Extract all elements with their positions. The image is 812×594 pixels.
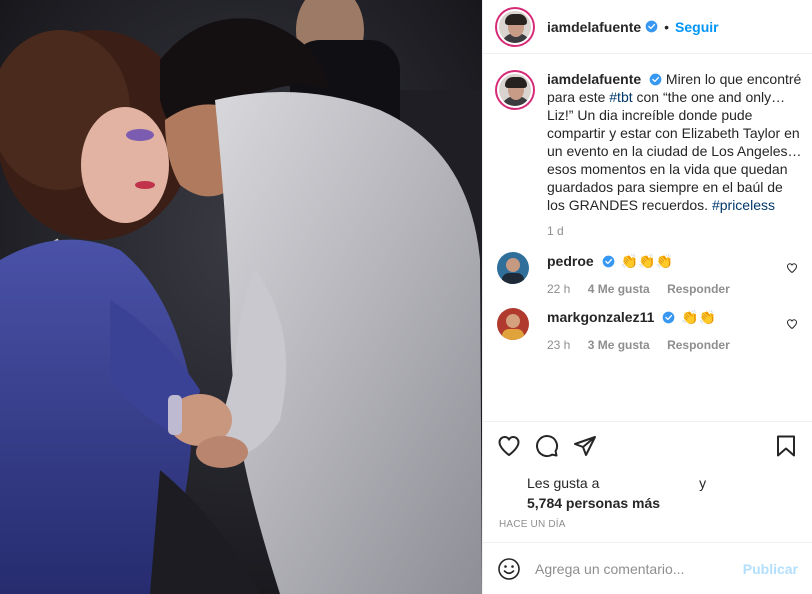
publish-button[interactable]: Publicar (743, 561, 798, 577)
bookmark-icon[interactable] (774, 434, 798, 458)
comment-username[interactable]: pedroe (547, 252, 594, 270)
author-avatar[interactable] (497, 8, 533, 45)
caption-avatar[interactable] (497, 72, 533, 108)
follow-button[interactable]: Seguir (675, 19, 719, 35)
redacted-username (603, 478, 683, 490)
post-actions (483, 421, 812, 469)
hashtag-tbt[interactable]: #tbt (609, 89, 632, 105)
caption: iamdelafuente Miren lo que encontré para… (497, 70, 802, 252)
comment-text: 👏👏👏 (620, 253, 673, 269)
add-comment-bar: Publicar (483, 542, 812, 594)
likes-summary: Les gusta a y 5,784 personas más (483, 469, 812, 513)
verified-badge-icon (649, 73, 662, 86)
header-separator: • (664, 18, 670, 35)
caption-text: iamdelafuente Miren lo que encontré para… (547, 70, 803, 214)
instagram-post-modal: iamdelafuente • Seguir iamdelafuente Mir… (0, 0, 812, 594)
comment-text: 👏👏 (681, 309, 717, 325)
comments-section: iamdelafuente Miren lo que encontré para… (483, 54, 812, 421)
posted-ago[interactable]: HACE UN DÍA (483, 513, 812, 542)
caption-time[interactable]: 1 d (547, 224, 803, 238)
comment-like-icon[interactable] (786, 318, 798, 330)
caption-text-middle: con “the one and only… Liz!” Un dia incr… (547, 89, 802, 213)
comment-time[interactable]: 22 h (547, 282, 570, 296)
comment-likes[interactable]: 4 Me gusta (588, 282, 650, 296)
comment-reply-button[interactable]: Responder (667, 338, 730, 352)
verified-badge-icon (645, 20, 658, 33)
post-sidebar: iamdelafuente • Seguir iamdelafuente Mir… (482, 0, 812, 594)
verified-badge-icon (602, 255, 615, 267)
likes-count[interactable]: 5,784 personas más (499, 493, 796, 513)
share-icon[interactable] (573, 434, 597, 458)
comment-row: pedroe 👏👏👏 22 h 4 Me gusta Responder (497, 252, 798, 296)
comment-input[interactable] (535, 560, 743, 577)
commenter-avatar[interactable] (497, 308, 529, 340)
comment-meta: 23 h 3 Me gusta Responder (547, 338, 786, 352)
comment-username[interactable]: markgonzalez11 (547, 308, 654, 326)
comment-time[interactable]: 23 h (547, 338, 570, 352)
author-username[interactable]: iamdelafuente (547, 19, 641, 35)
comment-row: markgonzalez11 👏👏 23 h 3 Me gusta Respon… (497, 308, 798, 352)
verified-badge-icon (663, 311, 675, 323)
post-photo[interactable] (0, 0, 482, 594)
post-header: iamdelafuente • Seguir (483, 0, 812, 54)
hashtag-priceless[interactable]: #priceless (712, 197, 775, 213)
caption-username[interactable]: iamdelafuente (547, 71, 641, 87)
likes-prefix: Les gusta a (527, 475, 600, 491)
comment-likes[interactable]: 3 Me gusta (588, 338, 650, 352)
comment-meta: 22 h 4 Me gusta Responder (547, 282, 786, 296)
commenter-avatar[interactable] (497, 252, 529, 284)
heart-icon[interactable] (497, 434, 521, 458)
likes-and: y (699, 475, 707, 491)
photo-illustration (0, 0, 482, 594)
comment-icon[interactable] (535, 434, 559, 458)
emoji-icon[interactable] (497, 557, 521, 581)
comment-like-icon[interactable] (786, 262, 798, 274)
comment-reply-button[interactable]: Responder (667, 282, 730, 296)
